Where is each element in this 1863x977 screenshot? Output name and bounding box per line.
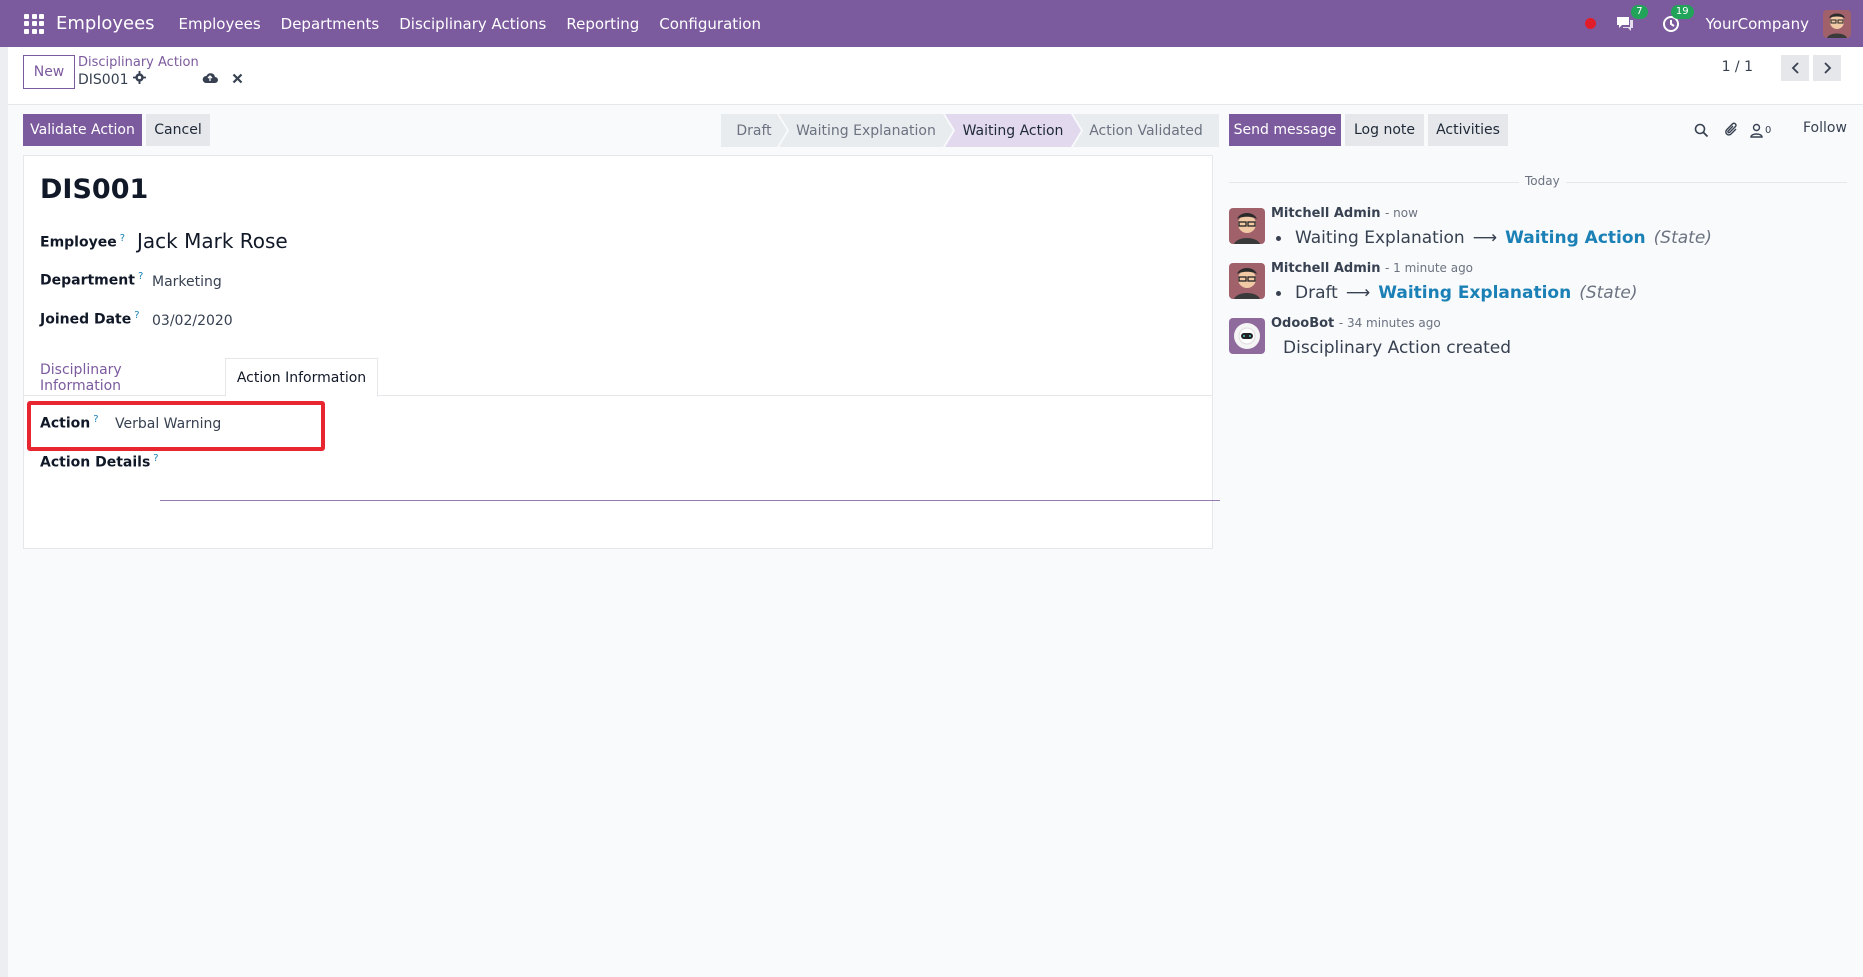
field-name: (State) [1579,283,1638,303]
user-avatar[interactable] [1823,9,1851,38]
form-sheet: DIS001 Employee? Jack Mark Rose Departme… [23,155,1220,549]
message-time: - now [1384,206,1418,220]
new-button[interactable]: New [23,55,75,89]
stage-action-validated[interactable]: Action Validated [1073,114,1219,147]
notebook-tabs: Disciplinary Information Action Informat… [24,358,1212,397]
bullet [1276,235,1281,241]
message-author[interactable]: Mitchell Admin - 1 minute ago [1271,261,1473,276]
joined-date-label: Joined Date? [40,310,140,328]
activities-badge: 19 [1670,4,1694,19]
top-navbar: Employees Employees Departments Discipli… [0,0,1863,47]
tab-action-information[interactable]: Action Information [225,358,378,397]
apps-grid-icon[interactable] [24,13,44,34]
highlight-box [27,401,325,451]
followers-count: 0 [1765,124,1772,136]
stage-draft[interactable]: Draft [721,114,787,147]
old-value: Waiting Explanation [1295,228,1465,248]
message-text: Disciplinary Action created [1283,338,1512,358]
menu-configuration[interactable]: Configuration [659,15,761,33]
help-icon[interactable]: ? [120,233,125,244]
control-panel: New Disciplinary Action DIS001 1 / 1 [8,47,1863,105]
tracking-value: Waiting Explanation ⟶ Waiting Action (St… [1276,228,1712,248]
joined-date-field[interactable]: 03/02/2020 [152,313,233,329]
left-scroll-stripe [0,47,8,977]
action-details-label: Action Details? [40,453,159,471]
field-name: (State) [1653,228,1712,248]
message-author[interactable]: Mitchell Admin - now [1271,206,1418,221]
cloud-save-icon[interactable] [201,69,219,87]
discard-close-icon[interactable] [228,69,246,87]
messages-badge: 7 [1631,4,1648,19]
message-time: - 1 minute ago [1384,261,1474,275]
stage-waiting-action[interactable]: Waiting Action [945,114,1081,147]
odoobot-avatar[interactable] [1229,318,1265,354]
avatar[interactable] [1229,208,1265,244]
menu-employees[interactable]: Employees [179,15,261,33]
new-value: Waiting Action [1505,228,1646,248]
search-icon[interactable] [1691,120,1711,140]
breadcrumb-record-name: DIS001 [78,71,129,88]
record-title[interactable]: DIS001 [40,174,148,205]
arrow-right-icon: ⟶ [1345,283,1371,303]
employee-label: Employee? [40,233,126,251]
pager-next-button[interactable] [1813,55,1841,81]
menu-reporting[interactable]: Reporting [566,15,639,33]
send-message-button[interactable]: Send message [1229,114,1341,146]
department-label: Department? [40,271,144,289]
company-switcher[interactable]: YourCompany [1706,15,1809,33]
bullet [1276,290,1281,296]
help-icon[interactable]: ? [153,453,158,464]
cancel-button[interactable]: Cancel [146,114,210,146]
follow-button[interactable]: Follow [1803,120,1847,136]
pager-previous-button[interactable] [1781,55,1809,81]
stage-waiting-explanation[interactable]: Waiting Explanation [779,114,953,147]
chat-icon[interactable]: 7 [1614,4,1648,35]
activities-button[interactable]: Activities [1428,114,1508,146]
old-value: Draft [1295,283,1338,303]
avatar[interactable] [1229,263,1265,299]
new-value: Waiting Explanation [1378,283,1572,303]
status-stages: Draft Waiting Explanation Waiting Action… [721,114,1219,147]
message-time: - 34 minutes ago [1338,316,1441,330]
followers-icon[interactable]: 0 [1750,120,1780,140]
help-icon[interactable]: ? [134,310,139,321]
arrow-right-icon: ⟶ [1472,228,1498,248]
department-field[interactable]: Marketing [152,274,222,290]
pager-value[interactable]: 1 / 1 [1722,59,1753,75]
gear-icon[interactable] [132,71,146,88]
log-note-button[interactable]: Log note [1345,114,1424,146]
breadcrumb-parent[interactable]: Disciplinary Action [78,55,199,70]
tracking-value: Draft ⟶ Waiting Explanation (State) [1276,283,1637,303]
breadcrumb-current: DIS001 [78,71,146,88]
date-separator-label: Today [1519,174,1566,188]
menu-disciplinary-actions[interactable]: Disciplinary Actions [399,15,546,33]
action-details-input[interactable] [160,500,1220,501]
menu-departments[interactable]: Departments [281,15,380,33]
clock-icon[interactable]: 19 [1660,4,1694,35]
app-name[interactable]: Employees [56,13,155,34]
recording-dot-icon[interactable] [1584,18,1596,29]
message-author[interactable]: OdooBot - 34 minutes ago [1271,316,1441,331]
paperclip-icon[interactable] [1721,120,1741,140]
validate-action-button[interactable]: Validate Action [23,114,142,146]
help-icon[interactable]: ? [138,271,143,282]
employee-field[interactable]: Jack Mark Rose [137,229,288,253]
tab-disciplinary-information[interactable]: Disciplinary Information [40,358,194,397]
